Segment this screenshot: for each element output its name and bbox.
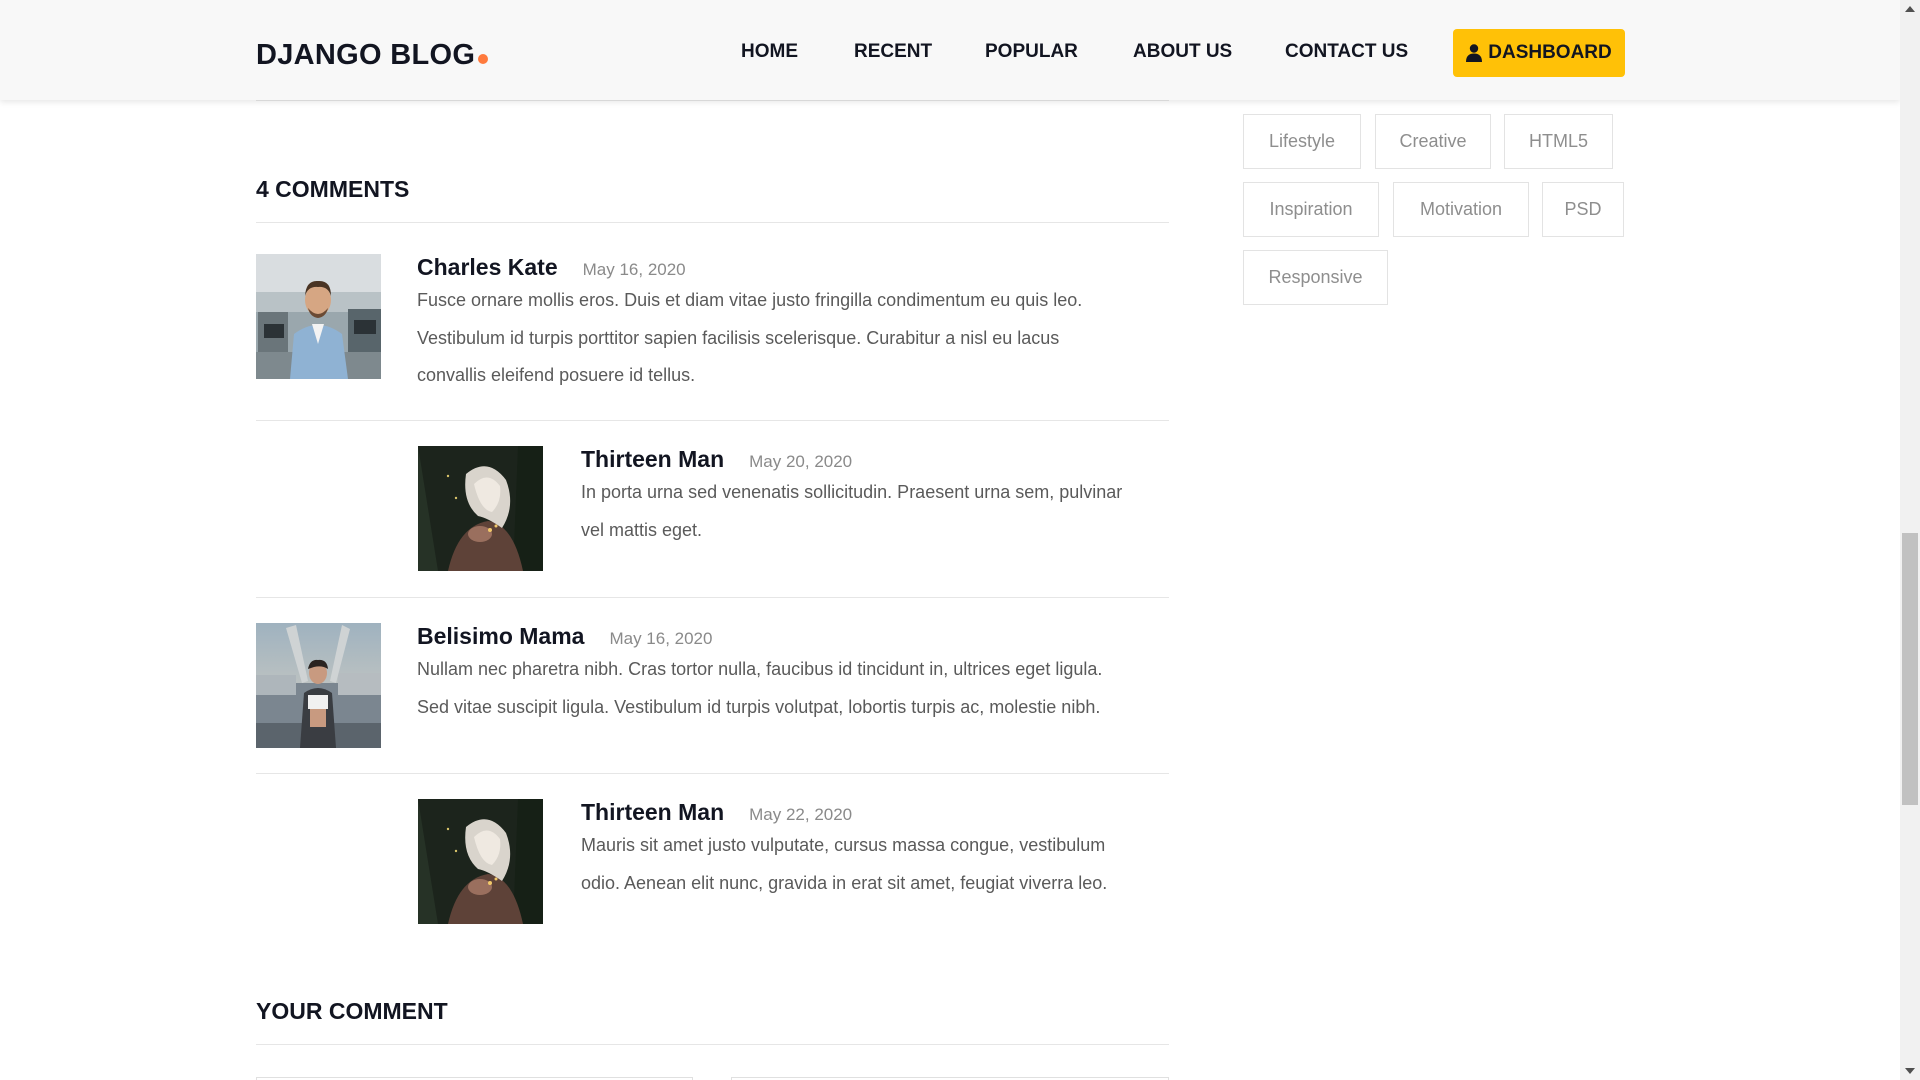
- comment-author[interactable]: Thirteen Man: [581, 446, 724, 473]
- comment-line: Sed vitae suscipit ligula. Vestibulum id…: [417, 696, 1101, 717]
- comment-divider: [256, 773, 1169, 774]
- comment-divider: [256, 420, 1169, 421]
- comment-date: May 22, 2020: [749, 805, 853, 824]
- comment-text: Fusce ornare mollis eros. Duis et diam v…: [417, 282, 1082, 395]
- avatar: [418, 799, 543, 924]
- comment-author[interactable]: Charles Kate: [417, 254, 558, 281]
- comment-line: Nullam nec pharetra nibh. Cras tortor nu…: [417, 659, 1103, 679]
- scroll-down-arrow-icon[interactable]: [1905, 1068, 1915, 1074]
- your-comment-divider: [256, 1044, 1169, 1045]
- woman-dark-portrait: [418, 799, 543, 924]
- tag-inspiration[interactable]: Inspiration: [1243, 182, 1379, 237]
- section-divider: [256, 100, 1169, 101]
- avatar: [256, 623, 381, 748]
- dashboard-button[interactable]: DASHBOARD: [1453, 29, 1625, 77]
- comment-line: Mauris sit amet justo vulputate, cursus …: [581, 835, 1106, 855]
- tag-motivation[interactable]: Motivation: [1393, 182, 1529, 237]
- comment-date: May 16, 2020: [609, 629, 713, 648]
- nav-recent[interactable]: RECENT: [854, 40, 932, 64]
- nav-popular[interactable]: POPULAR: [985, 40, 1078, 64]
- tag-responsive[interactable]: Responsive: [1243, 250, 1388, 305]
- comment-author[interactable]: Belisimo Mama: [417, 623, 584, 650]
- dashboard-label: DASHBOARD: [1488, 42, 1612, 63]
- comment-body: Charles Kate May 16, 2020 Fusce ornare m…: [417, 254, 1082, 395]
- comment-line: In porta urna sed venenatis sollicitudin…: [581, 482, 1123, 502]
- woman-stretching-photo: [256, 623, 381, 748]
- scroll-up-arrow-icon[interactable]: [1905, 6, 1915, 12]
- user-icon: [1466, 44, 1483, 62]
- comment-text: Mauris sit amet justo vulputate, cursus …: [581, 827, 1107, 902]
- comment-body: Belisimo Mama May 16, 2020 Nullam nec ph…: [417, 623, 1102, 726]
- nav-about-us[interactable]: ABOUT US: [1133, 40, 1232, 64]
- avatar: [418, 446, 543, 571]
- site-header: DJANGO BLOG HOME RECENT POPULAR ABOUT US…: [0, 0, 1900, 100]
- comments-heading-divider: [256, 222, 1169, 223]
- avatar: [256, 254, 381, 379]
- woman-dark-portrait: [418, 446, 543, 571]
- comments-count-heading: 4 COMMENTS: [256, 176, 410, 202]
- scroll-thumb[interactable]: [1902, 533, 1918, 805]
- tag-creative[interactable]: Creative: [1375, 114, 1491, 169]
- tag-psd[interactable]: PSD: [1542, 182, 1624, 237]
- comment-line: Vestibulum id turpis porttitor sapien fa…: [417, 327, 1060, 348]
- your-comment-heading: YOUR COMMENT: [256, 998, 448, 1024]
- man-office-photo: [256, 254, 381, 379]
- comment-text: Nullam nec pharetra nibh. Cras tortor nu…: [417, 651, 1102, 726]
- tag-lifestyle[interactable]: Lifestyle: [1243, 114, 1361, 169]
- page-scrollbar[interactable]: [1900, 0, 1920, 1080]
- nav-contact-us[interactable]: CONTACT US: [1285, 40, 1408, 64]
- logo-dot: [478, 54, 489, 64]
- nav-home[interactable]: HOME: [741, 40, 798, 64]
- comment-line: Fusce ornare mollis eros. Duis et diam v…: [417, 290, 1083, 310]
- comment-line: vel mattis eget.: [581, 519, 703, 540]
- comment-date: May 16, 2020: [582, 260, 686, 279]
- comment-line: convallis eleifend posuere id tellus.: [417, 365, 696, 385]
- comment-body: Thirteen Man May 20, 2020 In porta urna …: [581, 446, 1122, 549]
- tag-html5[interactable]: HTML5: [1504, 114, 1613, 169]
- logo-text: DJANGO BLOG: [256, 39, 476, 71]
- site-logo[interactable]: DJANGO BLOG: [256, 38, 489, 72]
- comment-date: May 20, 2020: [749, 452, 853, 471]
- comment-author[interactable]: Thirteen Man: [581, 799, 724, 826]
- comment-text: In porta urna sed venenatis sollicitudin…: [581, 474, 1122, 549]
- comment-body: Thirteen Man May 22, 2020 Mauris sit ame…: [581, 799, 1107, 902]
- comment-divider: [256, 597, 1169, 598]
- comment-line: odio. Aenean elit nunc, gravida in erat …: [581, 872, 1108, 893]
